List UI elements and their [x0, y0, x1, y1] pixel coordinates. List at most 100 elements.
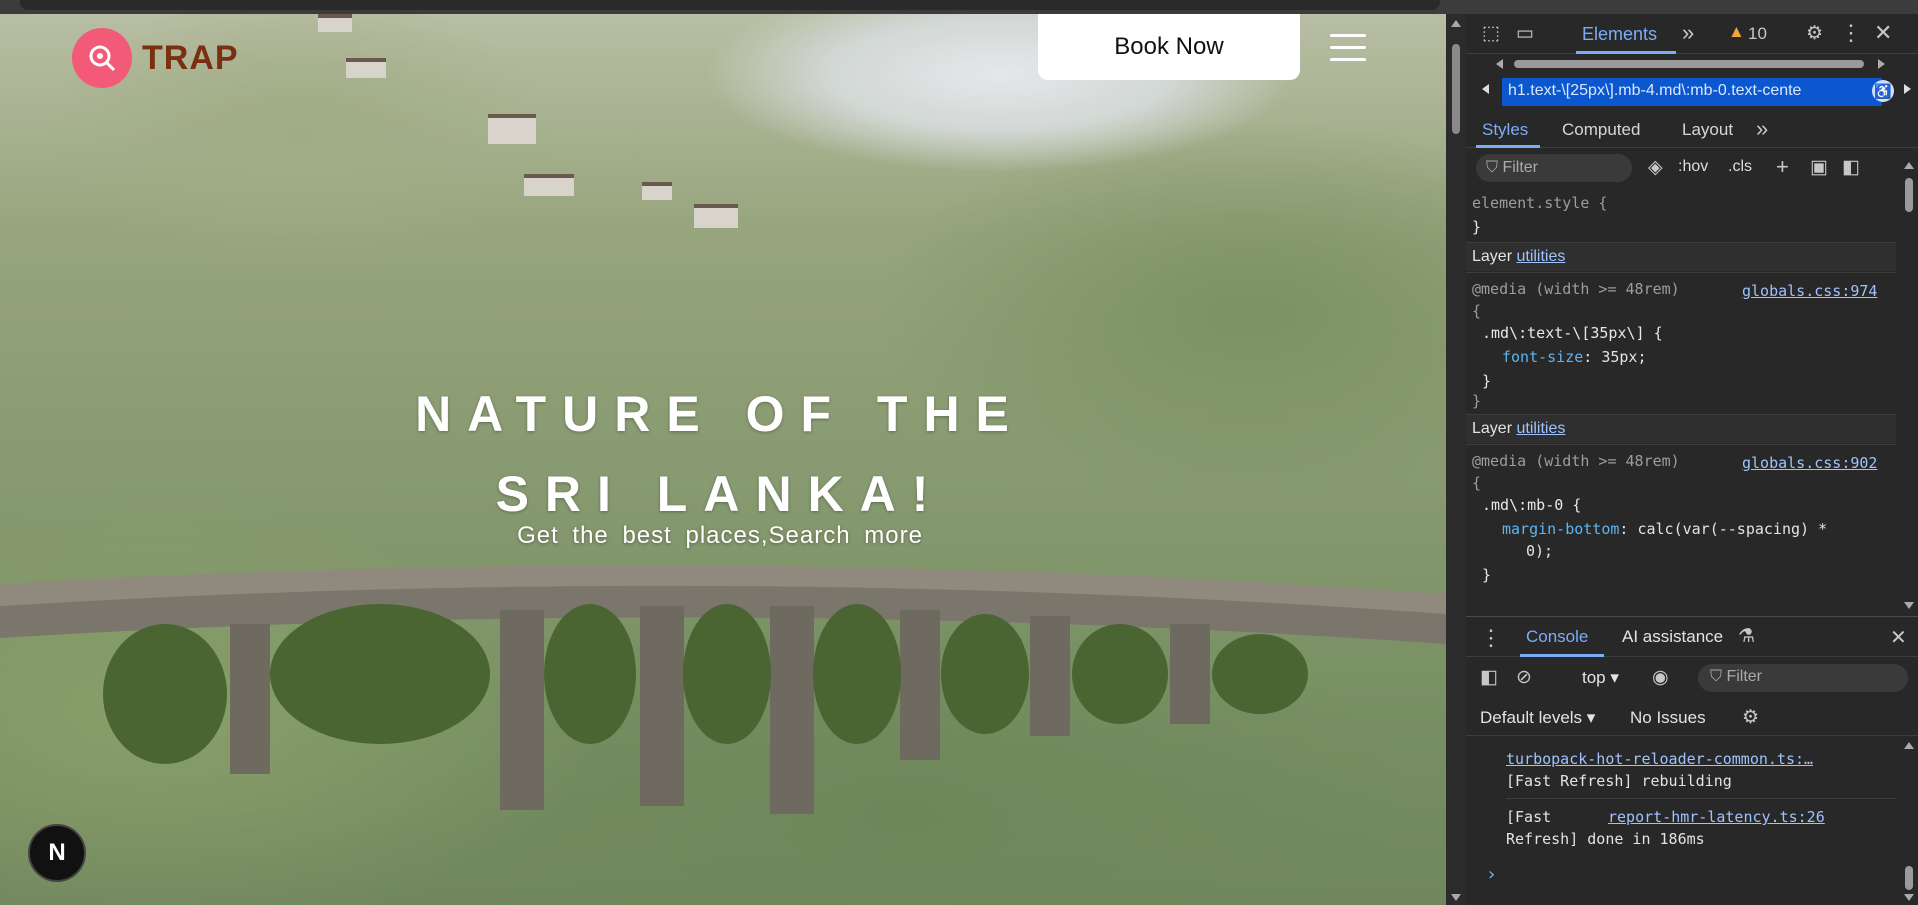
elements-hscrollbar[interactable] — [1490, 56, 1890, 72]
source-link-1[interactable]: globals.css:974 — [1742, 282, 1877, 300]
styles-scroll-down-icon[interactable] — [1904, 602, 1914, 609]
close-drawer-icon[interactable]: ✕ — [1890, 625, 1907, 650]
drawer-toolbar: ⋮ Console AI assistance ⚗ ✕ — [1466, 617, 1918, 657]
css-declaration-2[interactable]: margin-bottom: calc(var(--spacing) * — [1502, 520, 1827, 538]
breadcrumb[interactable]: h1.text-\[25px\].mb-4.md\:mb-0.text-cent… — [1502, 78, 1882, 106]
layer-utilities-link-2[interactable]: utilities — [1516, 420, 1565, 437]
accessibility-icon[interactable]: ♿ — [1872, 80, 1894, 102]
scroll-down-arrow-icon[interactable] — [1451, 894, 1461, 901]
clear-console-icon[interactable]: ⊘ — [1516, 666, 1532, 689]
styles-vscrollbar[interactable] — [1902, 158, 1916, 614]
rule-separator — [1466, 272, 1896, 273]
hscroll-thumb[interactable] — [1514, 60, 1864, 68]
breadcrumb-right-icon[interactable] — [1904, 84, 1911, 94]
css-property-2[interactable]: margin-bottom — [1502, 520, 1619, 538]
brace-open-2: { — [1472, 474, 1482, 492]
devtools-toolbar: ⬚ ▭ Elements » ▲ 10 ⚙ ⋮ ✕ — [1466, 14, 1918, 54]
layer-label-1: Layer utilities — [1472, 248, 1566, 265]
tab-layout[interactable]: Layout — [1682, 120, 1733, 140]
console-levels-row: Default levels ▾ No Issues ⚙ — [1466, 698, 1918, 736]
styles-filter-input[interactable]: ⛉ Filter — [1476, 154, 1632, 182]
hamburger-menu-icon[interactable] — [1330, 34, 1366, 62]
tab-ai-assistance[interactable]: AI assistance — [1622, 627, 1723, 647]
log-levels-dropdown[interactable]: Default levels ▾ — [1480, 708, 1595, 728]
toggle-sidebar-icon[interactable]: ◧ — [1842, 156, 1860, 179]
css-selector-1[interactable]: .md\:text-\[35px\] { — [1482, 324, 1663, 342]
styles-tab-underline — [1476, 145, 1540, 148]
brand-name: TRAP — [142, 38, 239, 77]
element-style-rule[interactable]: element.style { — [1472, 194, 1607, 212]
scroll-left-arrow-icon[interactable] — [1496, 59, 1503, 69]
page-scrollbar[interactable] — [1446, 14, 1466, 905]
tab-elements[interactable]: Elements — [1582, 24, 1657, 45]
nextjs-dev-badge[interactable]: N — [28, 824, 86, 882]
console-sidebar-icon[interactable]: ◧ — [1480, 666, 1498, 689]
hillside-house — [642, 182, 672, 200]
console-tab-underline — [1520, 654, 1604, 657]
more-subtabs-chevron-icon[interactable]: » — [1756, 116, 1768, 142]
context-selector[interactable]: top ▾ — [1582, 668, 1619, 688]
magnifier-logo-icon — [72, 28, 132, 88]
layer-label-2: Layer utilities — [1472, 420, 1566, 437]
tab-strip — [20, 0, 1440, 10]
rule-separator — [1466, 444, 1896, 445]
console-message-2a: [Fast — [1506, 808, 1552, 826]
settings-gear-icon[interactable]: ⚙ — [1806, 22, 1823, 45]
layer-utilities-link[interactable]: utilities — [1516, 248, 1565, 265]
paint-brush-icon[interactable]: ▣ — [1810, 156, 1828, 179]
media-query-2: @media (width >= 48rem) — [1472, 452, 1680, 470]
console-vscrollbar[interactable] — [1902, 736, 1916, 905]
console-message-2b: Refresh] done in 186ms — [1506, 830, 1705, 848]
console-source-link-2[interactable]: report-hmr-latency.ts:26 — [1608, 808, 1825, 826]
live-expression-eye-icon[interactable]: ◉ — [1652, 666, 1669, 689]
scroll-right-arrow-icon[interactable] — [1878, 59, 1885, 69]
tab-computed[interactable]: Computed — [1562, 120, 1640, 140]
browser-top-bar — [0, 0, 1918, 14]
console-scroll-thumb[interactable] — [1905, 866, 1913, 890]
console-messages: turbopack-hot-reloader-common.ts:… [Fast… — [1466, 738, 1902, 905]
tab-styles[interactable]: Styles — [1482, 120, 1528, 140]
breadcrumb-left-icon[interactable] — [1482, 84, 1489, 94]
hillside-house — [346, 58, 386, 78]
devtools-panel: ⬚ ▭ Elements » ▲ 10 ⚙ ⋮ ✕ h1.text-\[25px… — [1466, 14, 1918, 905]
scroll-up-arrow-icon[interactable] — [1451, 20, 1461, 27]
warning-count[interactable]: 10 — [1748, 24, 1767, 44]
console-prompt[interactable]: › — [1486, 864, 1497, 885]
kebab-menu-icon[interactable]: ⋮ — [1840, 20, 1862, 46]
hillside-house — [694, 204, 738, 228]
css-declaration-1[interactable]: font-size: 35px; — [1502, 348, 1647, 366]
tab-console[interactable]: Console — [1526, 627, 1588, 647]
styles-scroll-thumb[interactable] — [1905, 178, 1913, 212]
inspect-element-icon[interactable]: ⬚ — [1482, 22, 1500, 45]
hov-toggle[interactable]: :hov — [1678, 158, 1708, 176]
css-value-2[interactable]: : calc(var(--spacing) * — [1619, 520, 1827, 538]
close-devtools-icon[interactable]: ✕ — [1874, 20, 1892, 46]
console-message-1: [Fast Refresh] rebuilding — [1506, 772, 1732, 790]
css-selector-2[interactable]: .md\:mb-0 { — [1482, 496, 1581, 514]
styles-filter-row: ⛉ Filter ◈ :hov .cls + ▣ ◧ — [1466, 152, 1918, 186]
site-logo[interactable]: TRAP — [72, 28, 239, 88]
element-style-close: } — [1472, 218, 1482, 236]
console-source-link-1[interactable]: turbopack-hot-reloader-common.ts:… — [1506, 750, 1896, 768]
more-tabs-chevron-icon[interactable]: » — [1682, 20, 1694, 46]
source-link-2[interactable]: globals.css:902 — [1742, 454, 1877, 472]
breadcrumb-bar: h1.text-\[25px\].mb-4.md\:mb-0.text-cent… — [1466, 76, 1918, 108]
styles-scroll-up-icon[interactable] — [1904, 162, 1914, 169]
console-scroll-down-icon[interactable] — [1904, 894, 1914, 901]
drawer-menu-icon[interactable]: ⋮ — [1480, 625, 1502, 651]
issues-count[interactable]: No Issues — [1630, 708, 1706, 728]
console-filter-input[interactable]: ⛉ Filter — [1698, 664, 1908, 692]
warning-icon[interactable]: ▲ — [1728, 22, 1745, 42]
console-scroll-up-icon[interactable] — [1904, 742, 1914, 749]
console-settings-gear-icon[interactable]: ⚙ — [1742, 706, 1759, 729]
book-now-button[interactable]: Book Now — [1038, 14, 1300, 80]
css-value-1[interactable]: : 35px; — [1583, 348, 1646, 366]
styles-rules-pane: element.style { } Layer utilities @media… — [1466, 190, 1896, 616]
css-property-1[interactable]: font-size — [1502, 348, 1583, 366]
cls-toggle[interactable]: .cls — [1728, 158, 1752, 176]
add-rule-icon[interactable]: + — [1776, 154, 1789, 180]
brace-close-2: } — [1482, 566, 1492, 584]
scrollbar-thumb[interactable] — [1452, 44, 1460, 134]
layers-icon[interactable]: ◈ — [1648, 156, 1663, 179]
device-toolbar-icon[interactable]: ▭ — [1516, 22, 1534, 45]
